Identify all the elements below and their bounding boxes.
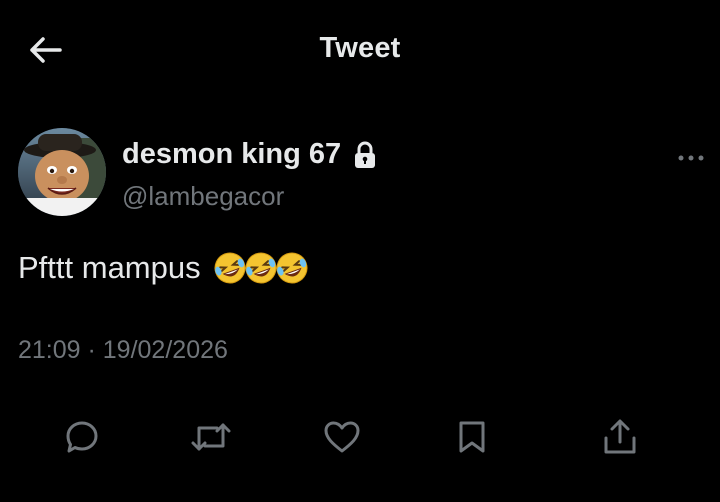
tweet-timestamp[interactable]: 21:09 · 19/02/2026 (18, 336, 228, 365)
tweet-action-bar (0, 412, 720, 462)
bookmark-icon (459, 421, 485, 453)
reply-button[interactable] (57, 412, 107, 462)
share-button[interactable] (595, 412, 645, 462)
tweet-body: Pfttt mampus (18, 250, 201, 285)
retweet-button[interactable] (186, 412, 236, 462)
retweet-icon (191, 423, 231, 451)
page-title: Tweet (319, 32, 401, 64)
top-bar: Tweet (0, 0, 720, 100)
lock-icon (355, 141, 376, 168)
author-handle[interactable]: @lambegacor (122, 181, 284, 212)
author-display-name[interactable]: desmon king 67 (122, 138, 377, 171)
reply-icon (66, 421, 98, 453)
rofl-emoji-icon (245, 252, 277, 284)
more-icon (678, 155, 704, 161)
author-name-text: desmon king 67 (122, 138, 342, 170)
avatar[interactable] (18, 128, 106, 216)
like-icon (324, 421, 360, 453)
rofl-emoji-icon (214, 252, 246, 284)
rofl-emoji-icon (276, 252, 308, 284)
bookmark-button[interactable] (447, 412, 497, 462)
tweet-text: Pfttt mampus (18, 250, 308, 286)
more-options-button[interactable] (672, 146, 710, 170)
rofl-emoji-group (213, 251, 308, 285)
like-button[interactable] (317, 412, 367, 462)
share-icon (604, 419, 636, 454)
